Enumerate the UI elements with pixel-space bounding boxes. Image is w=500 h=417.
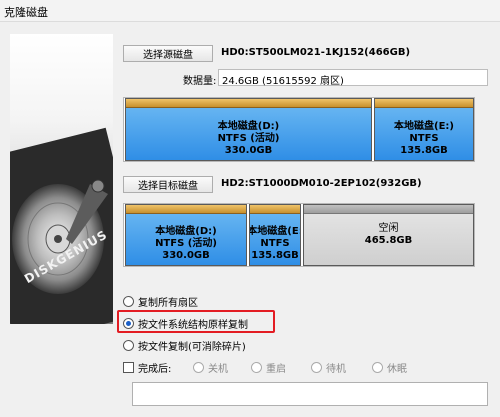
radio-button[interactable]	[123, 340, 134, 351]
target-disk-name: HD2:ST1000DM010-2EP102(932GB)	[221, 178, 422, 189]
data-amount-field: 24.6GB (51615592 扇区)	[218, 69, 488, 87]
radio-button[interactable]	[123, 296, 134, 307]
option-label: 按文件复制(可消除碎片)	[138, 342, 246, 353]
partition-size: 330.0GB	[162, 250, 210, 261]
free-space-size: 465.8GB	[364, 235, 413, 246]
after-hibernate-option[interactable]: 休眠	[372, 360, 407, 375]
after-restart-option[interactable]: 重启	[251, 360, 286, 375]
radio-button[interactable]	[251, 362, 262, 373]
option-label: 复制所有扇区	[138, 298, 198, 309]
radio-button[interactable]	[193, 362, 204, 373]
option-label: 关机	[208, 364, 228, 375]
source-partition-d[interactable]: 本地磁盘(D:) NTFS (活动) 330.0GB	[125, 98, 372, 161]
partition-name: 本地磁盘(E:	[249, 226, 301, 237]
copy-by-file-option[interactable]: 按文件复制(可消除碎片)	[123, 338, 246, 353]
option-label: 休眠	[387, 364, 407, 375]
free-space-label: 空闲	[378, 223, 399, 234]
select-target-disk-button[interactable]: 选择目标磁盘	[123, 176, 213, 193]
source-partition-e[interactable]: 本地磁盘(E:) NTFS 135.8GB	[374, 98, 474, 161]
after-standby-option[interactable]: 待机	[311, 360, 346, 375]
partition-name: 本地磁盘(D:)	[217, 121, 280, 132]
option-label: 重启	[266, 364, 286, 375]
radio-button[interactable]	[311, 362, 322, 373]
copy-all-sectors-option[interactable]: 复制所有扇区	[123, 294, 198, 309]
partition-name: 本地磁盘(E:)	[394, 121, 454, 132]
target-partition-e[interactable]: 本地磁盘(E: NTFS 135.8GB	[249, 204, 301, 266]
target-disk-map: 本地磁盘(D:) NTFS (活动) 330.0GB 本地磁盘(E: NTFS …	[123, 203, 475, 267]
radio-button[interactable]	[372, 362, 383, 373]
option-label: 待机	[326, 364, 346, 375]
source-disk-map: 本地磁盘(D:) NTFS (活动) 330.0GB 本地磁盘(E:) NTFS…	[123, 97, 475, 162]
source-disk-name: HD0:ST500LM021-1KJ152(466GB)	[221, 47, 411, 58]
highlight-box	[117, 310, 275, 333]
checkbox[interactable]	[123, 362, 134, 373]
partition-name: 本地磁盘(D:)	[155, 226, 217, 237]
clone-disk-dialog: DISKGENIUS 选择源磁盘 HD0:ST500LM021-1KJ152(4…	[0, 22, 500, 417]
select-source-disk-button[interactable]: 选择源磁盘	[123, 45, 213, 62]
data-amount-label: 数据量:	[183, 76, 217, 87]
after-complete-checkbox[interactable]: 完成后:	[123, 360, 171, 375]
title-bar: 克隆磁盘	[0, 0, 500, 22]
partition-size: 330.0GB	[224, 145, 273, 156]
partition-fs: NTFS	[260, 238, 290, 249]
partition-fs: NTFS (活动)	[217, 133, 280, 144]
partition-size: 135.8GB	[251, 250, 299, 261]
window-title: 克隆磁盘	[4, 6, 48, 19]
hard-disk-illustration: DISKGENIUS	[10, 34, 113, 324]
after-complete-label: 完成后:	[138, 364, 172, 375]
partition-size: 135.8GB	[400, 145, 448, 156]
partition-fs: NTFS (活动)	[155, 238, 217, 249]
target-free-space[interactable]: 空闲 465.8GB	[303, 204, 474, 266]
progress-status-box	[132, 382, 488, 406]
target-partition-d[interactable]: 本地磁盘(D:) NTFS (活动) 330.0GB	[125, 204, 247, 266]
partition-fs: NTFS	[409, 133, 439, 144]
after-shutdown-option[interactable]: 关机	[193, 360, 228, 375]
